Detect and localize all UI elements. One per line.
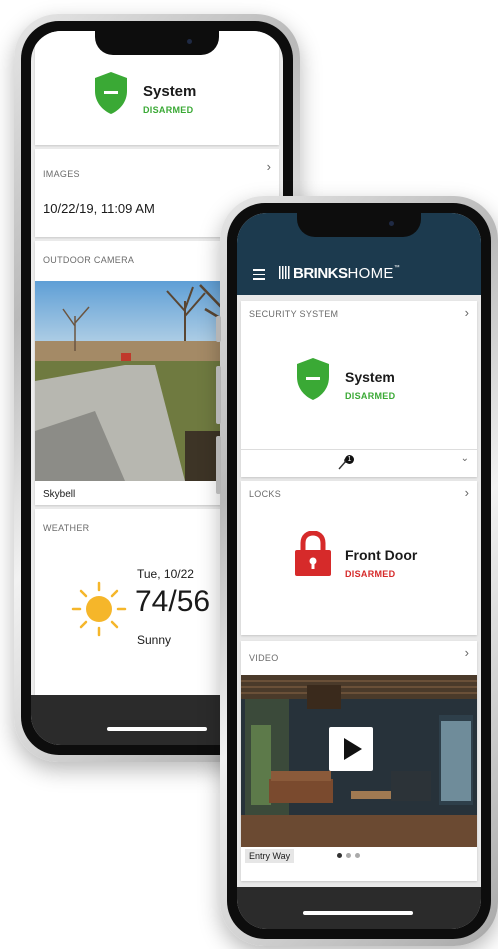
images-label: IMAGES [43, 169, 80, 179]
brand-bold: BRINKS [293, 265, 348, 282]
system-status: DISARMED [345, 391, 396, 401]
carousel-dot[interactable] [346, 853, 351, 858]
video-label: VIDEO [249, 653, 279, 663]
menu-icon[interactable] [253, 269, 265, 280]
home-indicator[interactable] [107, 727, 207, 731]
shield-icon [95, 72, 127, 114]
system-status: DISARMED [143, 105, 194, 115]
brand-trademark: ™ [393, 265, 400, 271]
sensor-badge: 1 [345, 455, 354, 464]
lock-title: Front Door [345, 547, 418, 563]
play-icon [344, 738, 362, 760]
carousel-dots[interactable] [337, 853, 367, 859]
carousel-dot[interactable] [355, 853, 360, 858]
chevron-down-icon[interactable]: ⌄ [461, 453, 469, 464]
front-phone-bottom-bar [237, 887, 481, 929]
lock-icon [295, 531, 331, 576]
chevron-right-icon[interactable]: › [465, 645, 469, 660]
notch [95, 31, 219, 55]
system-title: System [143, 83, 197, 100]
weather-label: WEATHER [43, 523, 90, 533]
weather-temperature: 74/56 [135, 585, 211, 618]
security-system-card[interactable]: SECURITY SYSTEM › System DISARMED 1 ⌄ [241, 301, 477, 477]
front-camera [389, 221, 394, 226]
logo-bars-icon [279, 266, 291, 279]
chevron-right-icon[interactable]: › [465, 485, 469, 500]
home-indicator[interactable] [303, 911, 413, 915]
card-divider [241, 449, 477, 450]
notch [297, 213, 421, 237]
sun-icon [71, 581, 127, 637]
video-camera-name: Entry Way [245, 849, 295, 863]
shield-icon [297, 358, 329, 400]
camera-name: Skybell [43, 489, 76, 500]
locks-label: LOCKS [249, 489, 282, 499]
carousel-dot-active[interactable] [337, 853, 342, 858]
front-phone: BRINKSHOME™ SECURITY SYSTEM › System DIS… [216, 196, 498, 946]
volume-up-button [216, 366, 221, 424]
ringer-switch [216, 316, 221, 342]
front-camera [187, 39, 192, 44]
system-title: System [345, 369, 395, 385]
brand-logo: BRINKSHOME™ [279, 265, 400, 283]
weather-date: Tue, 10/22 [137, 567, 194, 581]
front-phone-bezel: BRINKSHOME™ SECURITY SYSTEM › System DIS… [227, 203, 491, 939]
chevron-right-icon[interactable]: › [267, 159, 271, 174]
brand-light: HOME [347, 265, 394, 282]
weather-condition: Sunny [137, 633, 172, 647]
security-system-label: SECURITY SYSTEM [249, 309, 339, 319]
sensor-icon[interactable]: 1 [337, 455, 355, 471]
volume-down-button [216, 436, 221, 494]
front-phone-screen: BRINKSHOME™ SECURITY SYSTEM › System DIS… [237, 213, 481, 929]
outdoor-camera-label: OUTDOOR CAMERA [43, 255, 135, 265]
video-card[interactable]: VIDEO › Entry Way [241, 641, 477, 881]
locks-card[interactable]: LOCKS › Front Door DISARMED [241, 481, 477, 635]
chevron-right-icon[interactable]: › [465, 305, 469, 320]
lock-status: DISARMED [345, 569, 396, 579]
play-button[interactable] [329, 727, 373, 771]
images-timestamp: 10/22/19, 11:09 AM [43, 201, 155, 216]
